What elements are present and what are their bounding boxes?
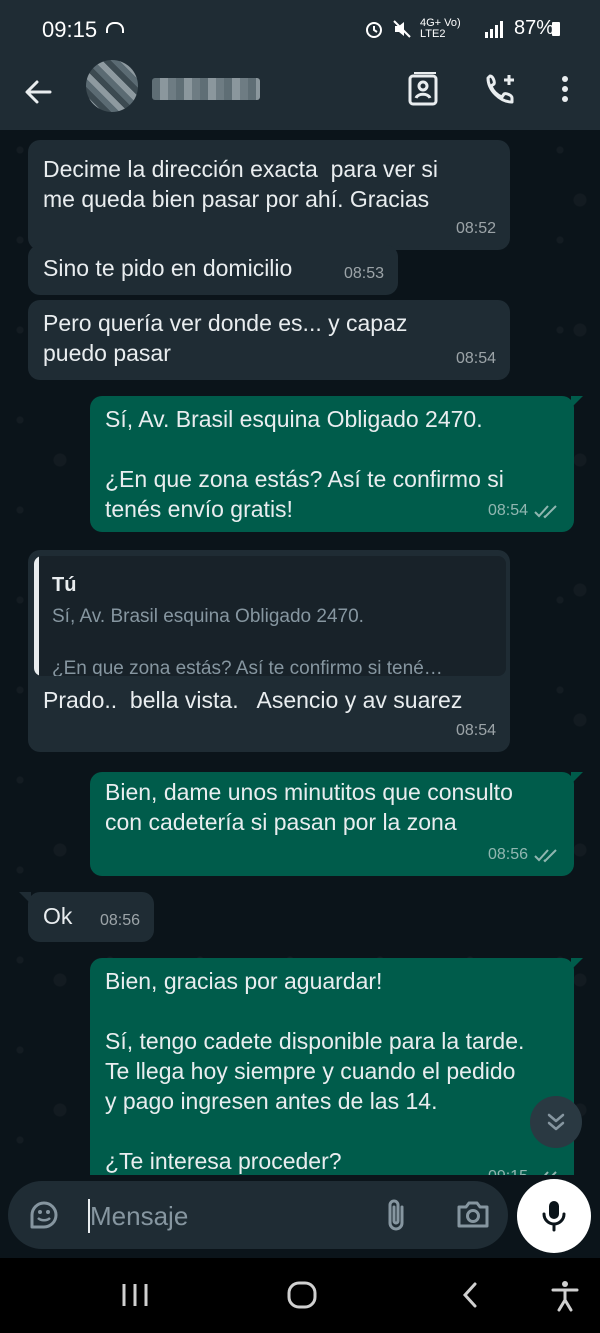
voice-message-button[interactable]: [517, 1179, 591, 1253]
mute-icon: [393, 19, 411, 38]
message-incoming[interactable]: Sino te pido en domicilio 08:53: [28, 245, 398, 295]
message-incoming[interactable]: Decime la dirección exacta para ver si m…: [28, 140, 510, 250]
more-options-icon[interactable]: [558, 72, 572, 106]
message-text: Bien, dame unos minutitos que consulto c…: [105, 779, 513, 835]
bubble-tail: [571, 772, 583, 784]
message-time: 08:53: [343, 265, 384, 282]
scroll-to-bottom-button[interactable]: [530, 1096, 582, 1148]
contact-name-blurred[interactable]: [152, 78, 260, 100]
status-bar: 09:15 4G+ Vo) LTE2 87%: [0, 0, 600, 58]
message-incoming[interactable]: Ok 08:56: [19, 892, 154, 942]
chat-header: [0, 58, 600, 130]
quote-line: ¿En que zona estás? Así te confirmo si t…: [52, 658, 443, 676]
message-time: 08:54: [487, 502, 528, 519]
message-incoming[interactable]: Pero quería ver donde es... y capaz pued…: [28, 300, 510, 380]
message-text: Prado.. bella vista. Asencio y av suarez: [43, 687, 463, 713]
signal-icon: [484, 20, 503, 38]
message-text: Ok: [43, 903, 73, 929]
bubble-tail: [571, 958, 583, 970]
bubble-tail: [571, 396, 583, 408]
message-time: 08:52: [455, 220, 496, 237]
recent-apps-icon[interactable]: [120, 1280, 150, 1310]
message-time: 09:15: [488, 1162, 528, 1175]
message-input[interactable]: Mensaje: [8, 1181, 508, 1249]
status-time: 09:15: [42, 17, 98, 42]
contact-avatar[interactable]: [86, 60, 138, 112]
system-nav-bar: [0, 1258, 600, 1333]
double-chevron-down-icon: [547, 1113, 565, 1131]
message-outgoing[interactable]: Bien, dame unos minutitos que consulto c…: [90, 772, 583, 876]
battery-icon: [552, 22, 560, 36]
contact-card-icon[interactable]: [408, 72, 440, 106]
microphone-icon: [542, 1201, 566, 1232]
camera-icon[interactable]: [456, 1199, 490, 1229]
nav-back-icon[interactable]: [460, 1280, 480, 1310]
add-call-icon[interactable]: [484, 72, 518, 106]
attach-icon[interactable]: [384, 1197, 408, 1233]
message-text: Bien, gracias por aguardar! Sí, tengo ca…: [105, 968, 525, 1174]
quote-bar: [34, 556, 39, 676]
chat-area[interactable]: Decime la dirección exacta para ver si m…: [0, 130, 600, 1175]
quote-author: Tú: [52, 574, 77, 596]
message-incoming-reply[interactable]: Tú Sí, Av. Brasil esquina Obligado 2470.…: [28, 550, 510, 752]
composer-bar: Mensaje: [0, 1175, 600, 1258]
message-time: 08:54: [455, 350, 496, 367]
sticker-icon[interactable]: [28, 1199, 60, 1231]
message-text: Sino te pido en domicilio: [43, 255, 293, 281]
bubble-tail: [19, 892, 31, 904]
message-time: 08:56: [99, 912, 140, 929]
home-icon[interactable]: [286, 1280, 318, 1310]
quote-line: Sí, Av. Brasil esquina Obligado 2470.: [52, 606, 364, 627]
message-outgoing[interactable]: Bien, gracias por aguardar! Sí, tengo ca…: [90, 958, 583, 1175]
message-text: Sí, Av. Brasil esquina Obligado 2470. ¿E…: [105, 406, 504, 522]
message-text: Decime la dirección exacta para ver si m…: [43, 156, 438, 212]
message-time: 08:54: [455, 722, 496, 739]
back-arrow-icon[interactable]: [22, 76, 54, 108]
quoted-message[interactable]: Tú Sí, Av. Brasil esquina Obligado 2470.…: [34, 556, 506, 676]
message-text: Pero quería ver donde es... y capaz pued…: [43, 310, 408, 366]
message-placeholder: Mensaje: [90, 1201, 189, 1231]
cloud-icon: [106, 22, 124, 33]
message-time: 08:56: [487, 846, 528, 863]
status-indicators: 4G+ Vo) LTE2 87%: [364, 17, 554, 40]
accessibility-icon[interactable]: [550, 1280, 580, 1312]
battery-percent: 87%: [513, 17, 554, 39]
network-label: 4G+ Vo) LTE2: [419, 16, 461, 40]
alarm-icon: [365, 21, 382, 38]
message-outgoing[interactable]: Sí, Av. Brasil esquina Obligado 2470. ¿E…: [90, 396, 583, 532]
double-check-icon: [534, 849, 557, 863]
double-check-icon: [534, 505, 557, 519]
